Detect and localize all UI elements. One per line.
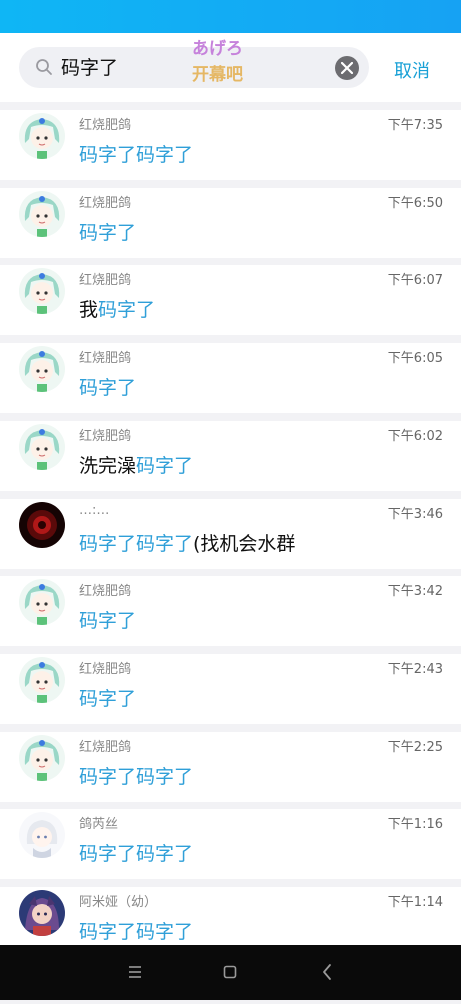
message-text: 码字了码字了	[79, 762, 193, 789]
message-time: 下午6:07	[387, 273, 443, 289]
keyword-highlight: 码字了	[98, 299, 156, 322]
message-time: 下午7:35	[387, 118, 443, 133]
message-text: 码字了码字了	[79, 917, 193, 944]
message-text: 我码字了	[79, 295, 155, 322]
message-text: 码字了	[79, 606, 136, 633]
message-text-part: (找机会水群	[193, 532, 296, 555]
sender-name: 红烧肥鸽	[79, 195, 132, 211]
sender-name: 鸽芮丝	[79, 817, 119, 833]
search-icon	[35, 58, 53, 76]
message-text: 洗完澡码字了	[79, 451, 193, 478]
sticker-line-2: 开幕吧	[192, 65, 243, 85]
avatar[interactable]	[19, 268, 65, 315]
sender-name: 红烧肥鸽	[79, 428, 132, 444]
message-text-part: 我	[79, 299, 99, 322]
message-time: 下午1:14	[387, 895, 443, 910]
message-text: 码字了	[79, 684, 136, 711]
search-result-row[interactable]: 红烧肥鸽 下午6:50 码字了	[0, 187, 461, 258]
status-bar	[0, 0, 461, 33]
sender-name: 红烧肥鸽	[79, 273, 132, 289]
search-result-row[interactable]: 鸽芮丝 下午1:16 码字了码字了	[0, 809, 461, 880]
search-result-row[interactable]: 红烧肥鸽 下午2:43 码字了	[0, 653, 461, 724]
clear-search-icon[interactable]	[335, 56, 359, 80]
search-result-row[interactable]: 红烧肥鸽 下午3:42 码字了	[0, 576, 461, 647]
avatar[interactable]	[19, 113, 65, 159]
message-time: 下午6:02	[387, 428, 443, 444]
message-text: 码字了码字了	[79, 140, 193, 167]
message-text: 码字了码字了	[79, 839, 193, 866]
keyword-highlight: 码字了码字了	[79, 532, 194, 555]
keyword-highlight: 码字了码字了	[79, 921, 194, 943]
avatar[interactable]	[19, 890, 65, 936]
sender-name: 阿米娅（幼）	[79, 895, 158, 910]
message-time: 下午2:25	[387, 739, 443, 755]
keyword-highlight: 码字了	[136, 454, 194, 477]
avatar[interactable]	[19, 734, 65, 781]
sender-name: 红烧肥鸽	[79, 584, 132, 600]
sender-name: 红烧肥鸽	[79, 118, 132, 133]
message-time: 下午3:42	[387, 584, 443, 600]
keyword-highlight: 码字了	[79, 377, 137, 400]
search-result-row[interactable]: 红烧肥鸽 下午6:05 码字了	[0, 343, 461, 414]
sender-name: 红烧肥鸽	[79, 351, 132, 367]
avatar[interactable]	[19, 346, 65, 393]
message-time: 下午6:50	[387, 195, 443, 211]
message-text: 码字了码字了(找机会水群	[79, 529, 295, 556]
search-result-row[interactable]: 红烧肥鸽 下午2:25 码字了码字了	[0, 731, 461, 802]
keyword-highlight: 码字了	[79, 610, 137, 633]
cancel-button[interactable]: 取消	[394, 57, 430, 83]
keyword-highlight: 码字了码字了	[79, 144, 194, 166]
menu-icon[interactable]	[105, 945, 165, 1000]
avatar[interactable]	[19, 190, 65, 237]
sender-name: …:…	[79, 502, 110, 518]
keyword-highlight: 码字了	[79, 221, 137, 244]
avatar[interactable]	[19, 579, 65, 626]
sender-name: 红烧肥鸽	[79, 661, 132, 677]
message-time: 下午6:05	[387, 351, 443, 367]
message-time: 下午1:16	[387, 817, 443, 833]
message-time: 下午3:46	[387, 506, 443, 522]
search-result-row[interactable]: 红烧肥鸽 下午6:02 洗完澡码字了	[0, 420, 461, 491]
search-result-row[interactable]: …:… 下午3:46 码字了码字了(找机会水群	[0, 498, 461, 569]
search-result-row[interactable]: 红烧肥鸽 下午7:35 码字了码字了	[0, 110, 461, 180]
search-input[interactable]	[61, 51, 311, 85]
message-text-part: 洗完澡	[79, 454, 137, 477]
avatar[interactable]	[19, 656, 65, 703]
message-time: 下午2:43	[387, 661, 443, 677]
message-text: 码字了	[79, 218, 136, 245]
message-text: 码字了	[79, 373, 136, 400]
back-chevron-icon[interactable]	[297, 945, 357, 1000]
keyword-highlight: 码字了码字了	[79, 843, 194, 866]
avatar[interactable]	[19, 812, 65, 859]
keyword-highlight: 码字了码字了	[79, 765, 194, 788]
avatar[interactable]	[19, 501, 65, 548]
system-nav-bar	[0, 945, 461, 1000]
search-result-row[interactable]: 红烧肥鸽 下午6:07 我码字了	[0, 265, 461, 336]
sticker-overlay: あげろ 开幕吧	[192, 36, 243, 88]
sender-name: 红烧肥鸽	[79, 739, 132, 755]
home-square-icon[interactable]	[200, 945, 260, 1000]
sticker-line-1: あげろ	[192, 39, 243, 59]
avatar[interactable]	[19, 423, 65, 470]
keyword-highlight: 码字了	[79, 687, 137, 710]
